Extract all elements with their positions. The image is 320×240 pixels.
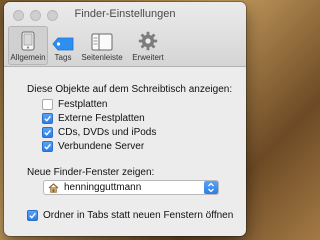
toolbar: Allgemein Tags Seitenleiste Erweitert xyxy=(8,26,170,65)
new-window-location-value: henningguttmann xyxy=(64,182,142,193)
checkbox-verbundene-server-label: Verbundene Server xyxy=(58,141,145,152)
checkbox-row-externe-festplatten[interactable]: Externe Festplatten xyxy=(42,113,145,124)
titlebar: Finder-Einstellungen Allgemein Tags Seit… xyxy=(4,2,246,67)
checkmark-icon xyxy=(44,129,51,136)
desktop-items-heading: Diese Objekte auf dem Schreibtisch anzei… xyxy=(27,84,233,95)
tab-erweitert[interactable]: Erweitert xyxy=(126,26,170,65)
tab-tags[interactable]: Tags xyxy=(48,26,78,65)
tab-allgemein-label: Allgemein xyxy=(10,53,46,62)
tab-erweitert-label: Erweitert xyxy=(132,53,164,62)
general-pane: Diese Objekte auf dem Schreibtisch anzei… xyxy=(4,67,246,236)
new-window-location-select[interactable]: henningguttmann xyxy=(43,180,219,195)
checkbox-cds-dvds-ipods[interactable] xyxy=(42,127,53,138)
checkmark-icon xyxy=(44,115,51,122)
checkbox-row-verbundene-server[interactable]: Verbundene Server xyxy=(42,141,144,152)
checkmark-icon xyxy=(44,143,51,150)
chevron-updown-icon xyxy=(204,181,218,194)
tab-allgemein[interactable]: Allgemein xyxy=(8,26,48,65)
phone-device-icon xyxy=(21,31,35,51)
checkbox-row-festplatten[interactable]: Festplatten xyxy=(42,99,107,110)
checkbox-open-in-tabs-label: Ordner in Tabs statt neuen Fenstern öffn… xyxy=(43,210,234,221)
checkbox-cds-dvds-ipods-label: CDs, DVDs und iPods xyxy=(58,127,157,138)
tag-icon xyxy=(52,37,74,51)
checkbox-row-cds-dvds-ipods[interactable]: CDs, DVDs und iPods xyxy=(42,127,156,138)
gear-icon xyxy=(138,31,158,51)
new-window-heading: Neue Finder-Fenster zeigen: xyxy=(27,167,155,178)
checkbox-row-open-in-tabs[interactable]: Ordner in Tabs statt neuen Fenstern öffn… xyxy=(27,210,233,221)
checkbox-festplatten-label: Festplatten xyxy=(58,99,108,110)
checkbox-open-in-tabs[interactable] xyxy=(27,210,38,221)
checkbox-verbundene-server[interactable] xyxy=(42,141,53,152)
window-title: Finder-Einstellungen xyxy=(74,8,176,20)
home-icon xyxy=(48,182,59,193)
tab-seitenleiste-label: Seitenleiste xyxy=(81,53,123,62)
checkmark-icon xyxy=(29,212,36,219)
sidebar-icon xyxy=(91,33,113,51)
tab-seitenleiste[interactable]: Seitenleiste xyxy=(78,26,126,65)
tab-tags-label: Tags xyxy=(54,53,72,62)
checkbox-externe-festplatten-label: Externe Festplatten xyxy=(58,113,145,124)
preferences-window: Finder-Einstellungen Allgemein Tags Seit… xyxy=(4,2,246,236)
checkbox-festplatten[interactable] xyxy=(42,99,53,110)
checkbox-externe-festplatten[interactable] xyxy=(42,113,53,124)
